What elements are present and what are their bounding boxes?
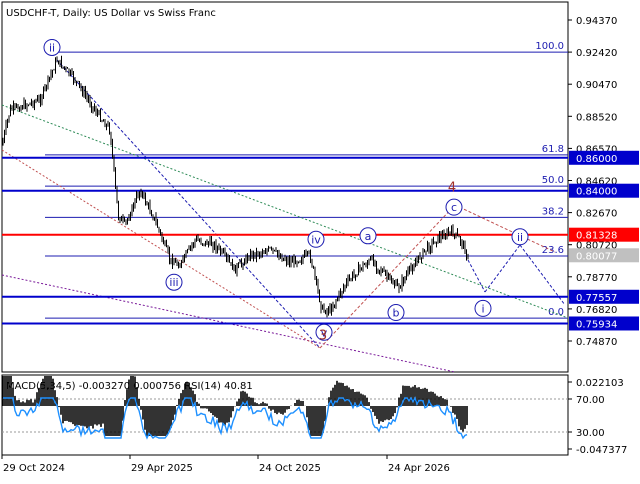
price-label-text: 0.86000 — [576, 154, 617, 165]
time-tick-label: 29 Oct 2024 — [3, 463, 65, 474]
price-label-text: 0.84000 — [576, 187, 617, 198]
price-tick-label: 0.78770 — [576, 273, 617, 284]
price-tick-label: 0.88520 — [576, 112, 617, 123]
time-tick-label: 24 Apr 2026 — [388, 463, 450, 474]
price-axis: 0.943700.924200.904700.885200.865700.846… — [568, 16, 639, 348]
time-tick-label: 29 Apr 2025 — [131, 463, 193, 474]
chart-title: USDCHF-T, Daily: US Dollar vs Swiss Fran… — [6, 8, 216, 19]
fib-level-label: 38.2 — [542, 206, 564, 217]
fib-level-label: 0.0 — [548, 307, 564, 318]
wave-label: iii — [169, 276, 178, 289]
fib-level-label: 50.0 — [542, 175, 564, 186]
wave-label: ii — [517, 231, 523, 244]
wave-label: c — [451, 201, 457, 214]
wave-label: i — [481, 302, 484, 315]
price-tick-label: 0.94370 — [576, 16, 617, 27]
price-label-text: 0.77557 — [576, 293, 617, 304]
time-axis: 29 Oct 2024 29 Apr 2025 24 Oct 2025 24 Apr … — [1, 455, 450, 474]
wave-label: a — [365, 230, 372, 243]
price-tick-label: 0.82670 — [576, 209, 617, 220]
wave-label: b — [393, 307, 400, 320]
indicator-title: MACD(5,34,5) -0.003270 0.000756 RSI(14) … — [6, 381, 253, 392]
price-tick-label: 0.74870 — [576, 337, 617, 348]
indicator-tick-label: 70.00 — [576, 395, 605, 406]
price-label-text: 0.81328 — [576, 231, 617, 242]
indicator-tick-label: 30.00 — [576, 428, 605, 439]
wave-number-label: 4 — [448, 180, 456, 195]
wave-number-label: 3 — [319, 329, 327, 344]
price-label-text: 0.75934 — [576, 319, 617, 330]
wave-label: ii — [49, 41, 55, 54]
price-tick-label: 0.92420 — [576, 48, 617, 59]
price-label-text: 0.80077 — [576, 251, 617, 262]
indicator-tick-label: 0.022103 — [576, 378, 624, 389]
price-tick-label: 0.76820 — [576, 305, 617, 316]
fib-level-label: 100.0 — [535, 41, 564, 52]
indicator-tick-label: -0.047377 — [576, 445, 627, 456]
chart-window[interactable]: 100.061.850.038.223.60.0 iiiiiivvabciii4… — [0, 0, 640, 480]
time-tick-label: 24 Oct 2025 — [259, 463, 321, 474]
price-chart[interactable]: 100.061.850.038.223.60.0 iiiiiivvabciii4… — [0, 0, 640, 480]
wave-label: iv — [311, 233, 321, 246]
price-tick-label: 0.90470 — [576, 80, 617, 91]
fib-level-label: 61.8 — [542, 144, 564, 155]
